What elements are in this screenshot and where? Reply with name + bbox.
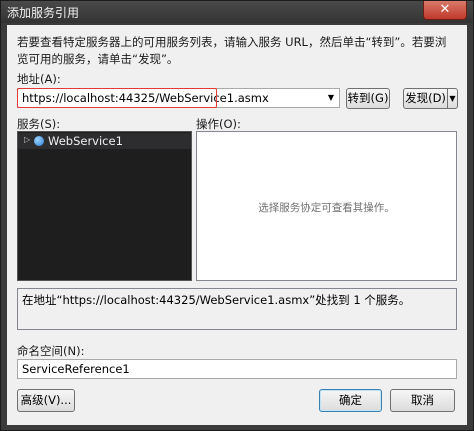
expand-arrow-icon[interactable]: ▷ — [24, 135, 30, 144]
dialog-title: 添加服务引用 — [7, 6, 80, 20]
tree-item-label: WebService1 — [48, 134, 123, 148]
advanced-button[interactable]: 高级(V)... — [17, 389, 75, 412]
tree-item[interactable]: ▷ WebService1 — [18, 133, 191, 149]
operations-empty-text: 选择服务协定可查看其操作。 — [258, 202, 395, 214]
address-combobox[interactable]: https://localhost:44325/WebService1.asmx… — [17, 88, 340, 108]
operations-label: 操作(O): — [196, 117, 241, 131]
address-highlight-box — [17, 88, 217, 108]
add-service-reference-dialog: 添加服务引用 ✕ 若要查看特定服务器上的可用服务列表，请输入服务 URL，然后单… — [0, 0, 474, 431]
go-button[interactable]: 转到(G) — [346, 88, 390, 109]
discover-dropdown-icon[interactable]: ▼ — [447, 88, 458, 109]
services-label: 服务(S): — [17, 117, 61, 131]
services-tree[interactable]: ▷ WebService1 — [17, 131, 192, 281]
close-icon: ✕ — [439, 2, 451, 17]
address-label: 地址(A): — [17, 72, 61, 86]
operations-list[interactable]: 选择服务协定可查看其操作。 — [196, 131, 457, 281]
status-text: 在地址“https://localhost:44325/WebService1.… — [22, 293, 411, 307]
namespace-input[interactable]: ServiceReference1 — [17, 359, 457, 379]
namespace-label: 命名空间(N): — [17, 344, 85, 358]
instructions-text: 若要查看特定服务器上的可用服务列表，请输入服务 URL，然后单击“转到”。若要浏… — [17, 35, 447, 66]
close-button[interactable]: ✕ — [423, 1, 467, 20]
ok-button[interactable]: 确定 — [319, 389, 382, 412]
status-box: 在地址“https://localhost:44325/WebService1.… — [17, 288, 457, 330]
cancel-button[interactable]: 取消 — [390, 389, 455, 412]
globe-icon — [34, 136, 44, 146]
discover-button[interactable]: 发现(D) — [403, 88, 448, 109]
chevron-down-icon[interactable]: ▼ — [325, 92, 337, 104]
title-bar[interactable]: 添加服务引用 ✕ — [1, 1, 473, 23]
dialog-body: 若要查看特定服务器上的可用服务列表，请输入服务 URL，然后单击“转到”。若要浏… — [7, 25, 467, 425]
